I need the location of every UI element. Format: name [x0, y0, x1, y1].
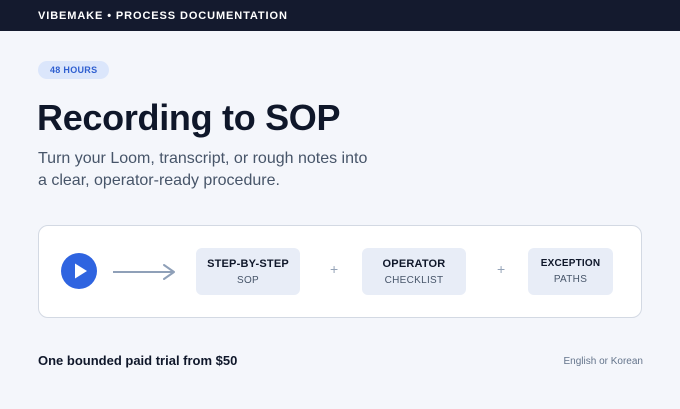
play-button[interactable]: [61, 253, 97, 289]
output-title: STEP-BY-STEP: [207, 257, 289, 270]
page-title: Recording to SOP: [37, 97, 341, 138]
output-operator-checklist: OPERATOR CHECKLIST: [362, 248, 466, 295]
duration-badge: 48 HOURS: [38, 61, 110, 79]
page-subtitle: Turn your Loom, transcript, or rough not…: [38, 150, 368, 189]
output-subtitle: SOP: [236, 274, 260, 286]
output-step-by-step-sop: STEP-BY-STEP SOP: [196, 248, 300, 295]
top-bar: VIBEMAKE • PROCESS DOCUMENTATION: [0, 0, 680, 31]
output-title: OPERATOR: [382, 257, 446, 270]
process-flow-card: STEP-BY-STEP SOP + OPERATOR CHECKLIST + …: [38, 225, 642, 318]
play-icon: [75, 263, 87, 279]
output-subtitle: CHECKLIST: [384, 274, 444, 286]
output-title: EXCEPTION: [540, 258, 601, 269]
plus-separator: +: [497, 261, 506, 277]
plus-separator: +: [330, 261, 339, 277]
brand-title: VIBEMAKE • PROCESS DOCUMENTATION: [38, 9, 288, 22]
arrow-right-icon: [113, 264, 175, 280]
trial-offer-text: One bounded paid trial from $50: [38, 353, 238, 368]
language-note: English or Korean: [563, 356, 644, 367]
output-subtitle: PATHS: [553, 274, 588, 285]
output-exception-paths: EXCEPTION PATHS: [528, 248, 613, 295]
